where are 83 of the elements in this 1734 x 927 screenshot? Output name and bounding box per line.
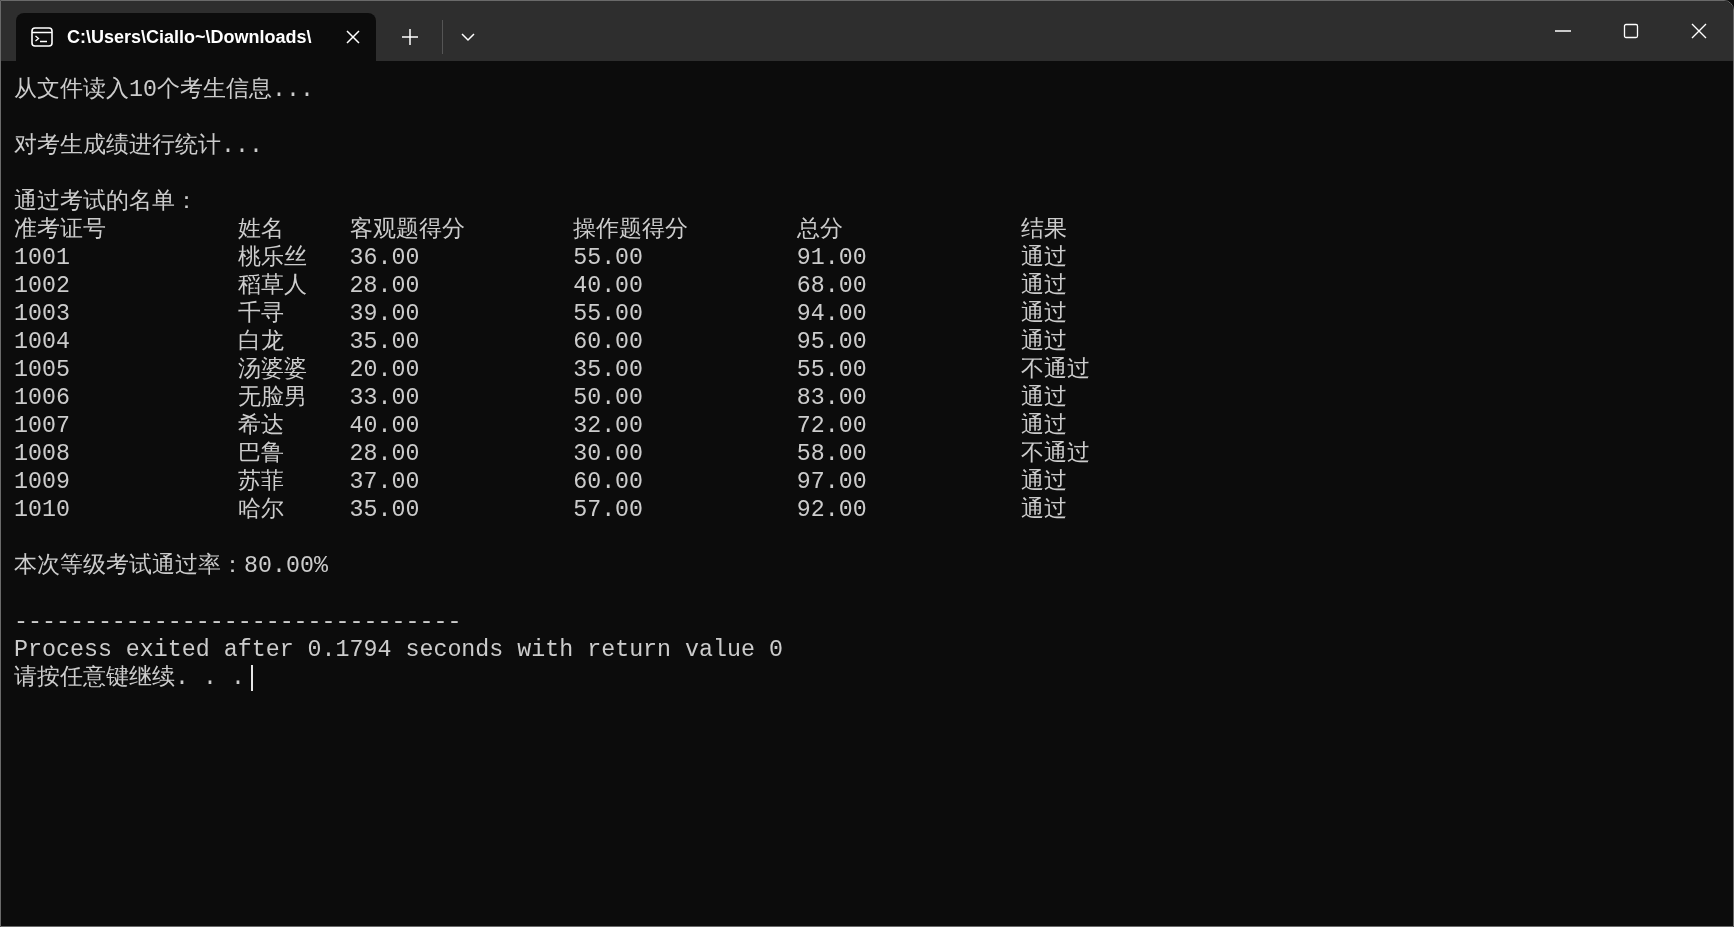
- console-text: --------------------------------: [14, 609, 462, 635]
- table-cell-text: 28.00: [349, 440, 421, 468]
- column-header: 总分: [796, 216, 844, 244]
- table-cell-text: 希达: [237, 412, 285, 440]
- table-cell-text: 57.00: [573, 496, 645, 524]
- column-header: 结果: [1020, 216, 1068, 244]
- table-cell-text: 白龙: [237, 328, 285, 356]
- table-cell-text: 72.00: [796, 412, 868, 440]
- console-text: 对考生成绩进行统计...: [14, 133, 263, 159]
- table-cell-text: 1007: [14, 412, 71, 440]
- close-icon: [344, 28, 362, 46]
- table-cell-text: 68.00: [796, 272, 868, 300]
- table-cell-text: 1004: [14, 328, 71, 356]
- table-cell-text: 1003: [14, 300, 71, 328]
- table-cell-text: 28.00: [349, 272, 421, 300]
- table-cell-text: 1009: [14, 468, 71, 496]
- console-text: 通过考试的名单：: [14, 189, 198, 215]
- table-cell-text: 95.00: [796, 328, 868, 356]
- table-cell-text: 巴鲁: [237, 440, 285, 468]
- table-cell-text: 35.00: [349, 328, 421, 356]
- table-cell-text: 千寻: [237, 300, 285, 328]
- table-cell-text: 通过: [1020, 300, 1068, 328]
- table-cell: 不通过: [1020, 440, 1090, 468]
- table-cell-text: 通过: [1020, 328, 1068, 356]
- table-cell-text: 33.00: [349, 384, 421, 412]
- minimize-icon: [1555, 30, 1571, 32]
- table-cell-text: 通过: [1020, 496, 1068, 524]
- table-cell-text: 60.00: [573, 328, 645, 356]
- table-cell-text: 苏菲: [237, 468, 285, 496]
- table-cell-text: 哈尔: [237, 496, 285, 524]
- table-cell-text: 39.00: [349, 300, 421, 328]
- table-cell-text: 1001: [14, 244, 71, 272]
- table-cell-text: 40.00: [573, 272, 645, 300]
- maximize-icon: [1622, 22, 1640, 40]
- table-cell-text: 桃乐丝: [237, 244, 308, 272]
- table-cell-text: 30.00: [573, 440, 645, 468]
- table-cell-text: 通过: [1020, 412, 1068, 440]
- table-cell-text: 1002: [14, 272, 71, 300]
- table-cell-text: 无脸男: [237, 384, 308, 412]
- table-cell-text: 55.00: [573, 244, 645, 272]
- table-cell-text: 20.00: [349, 356, 421, 384]
- console-text: Process exited after 0.1794 seconds with return value 0: [14, 637, 783, 663]
- table-cell-text: 1005: [14, 356, 71, 384]
- column-header: 姓名: [237, 216, 285, 244]
- column-header: 准考证号: [14, 216, 107, 244]
- terminal-tab[interactable]: C:\Users\Ciallo~\Downloads\: [16, 13, 376, 61]
- close-tab-button[interactable]: [344, 28, 362, 46]
- console-text: 本次等级考试通过率：80.00%: [14, 553, 328, 579]
- text-cursor: [250, 665, 253, 691]
- close-icon: [1690, 22, 1708, 40]
- table-cell-text: 通过: [1020, 272, 1068, 300]
- table-cell-text: 58.00: [796, 440, 868, 468]
- table-cell-text: 83.00: [796, 384, 868, 412]
- table-cell-text: 通过: [1020, 468, 1068, 496]
- table-cell-text: 97.00: [796, 468, 868, 496]
- table-cell-text: 40.00: [349, 412, 421, 440]
- table-cell-text: 55.00: [796, 356, 868, 384]
- table-cell-text: 60.00: [573, 468, 645, 496]
- table-cell-text: 37.00: [349, 468, 421, 496]
- table-cell-text: 94.00: [796, 300, 868, 328]
- console-prompt: 请按任意键继续. . .: [14, 664, 245, 692]
- table-cell-text: 35.00: [573, 356, 645, 384]
- table-cell-text: 通过: [1020, 384, 1068, 412]
- table-cell-text: 35.00: [349, 496, 421, 524]
- table-cell-text: 汤婆婆: [237, 356, 308, 384]
- column-header: 操作题得分: [573, 216, 690, 244]
- tab-title: C:\Users\Ciallo~\Downloads\: [67, 26, 313, 48]
- console-icon: [31, 26, 53, 48]
- plus-icon: [401, 28, 419, 46]
- column-header: 客观题得分: [349, 216, 466, 244]
- console-text: 从文件读入10个考生信息...: [14, 77, 314, 103]
- table-cell-text: 1006: [14, 384, 71, 412]
- table-cell-text: 92.00: [796, 496, 868, 524]
- table-cell-text: 91.00: [796, 244, 868, 272]
- table-cell-text: 55.00: [573, 300, 645, 328]
- table-cell-text: 通过: [1020, 244, 1068, 272]
- table-cell-text: 50.00: [573, 384, 645, 412]
- table-cell-text: 1010: [14, 496, 71, 524]
- table-cell-text: 32.00: [573, 412, 645, 440]
- table-cell-text: 36.00: [349, 244, 421, 272]
- table-cell-text: 稻草人: [237, 272, 308, 300]
- table-cell-text: 1008: [14, 440, 71, 468]
- table-cell: 不通过: [1020, 356, 1090, 384]
